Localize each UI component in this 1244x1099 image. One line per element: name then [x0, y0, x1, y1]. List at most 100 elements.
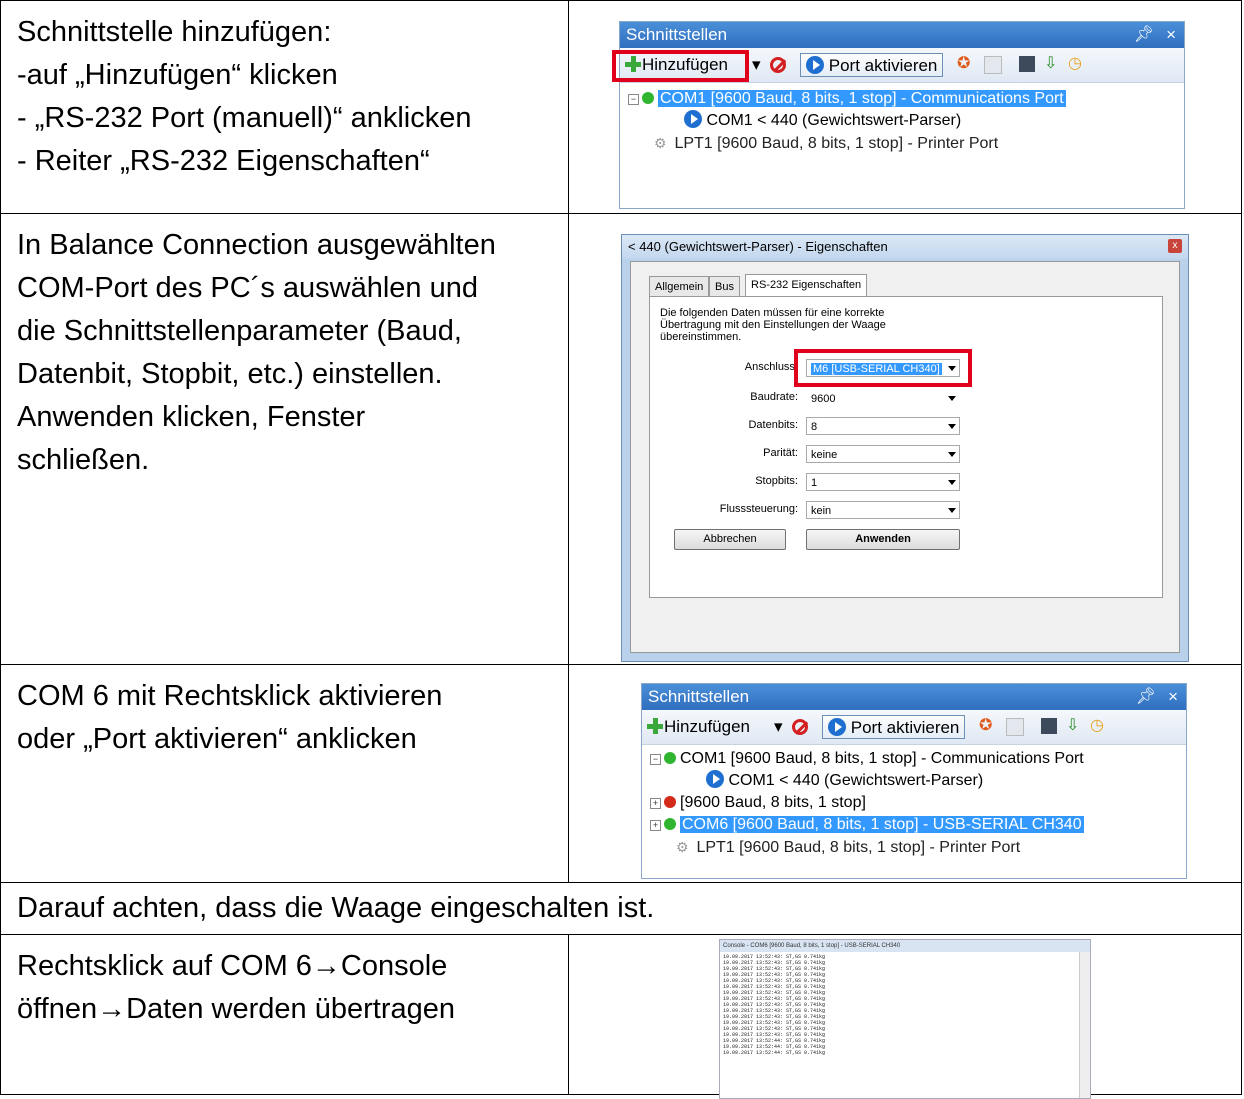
instruction-line: oder „Port aktivieren“ anklicken — [17, 723, 417, 755]
panel-title-bar: Schnittstellen 📌︎ × — [620, 22, 1184, 48]
table-row: Darauf achten, dass die Waage eingeschal… — [0, 883, 1242, 935]
play-icon — [828, 718, 846, 736]
play-icon — [684, 110, 702, 128]
tree-node-label: COM6 [9600 Baud, 8 bits, 1 stop] - USB-S… — [680, 816, 1084, 833]
table-row: Schnittstelle hinzufügen: -auf „Hinzufüg… — [0, 0, 1242, 214]
port-activate-label: Port aktivieren — [850, 718, 960, 737]
tree-node-com1[interactable]: − COM1 [9600 Baud, 8 bits, 1 stop] - Comm… — [650, 748, 1084, 770]
tree-node-lpt1[interactable]: ⚙ LPT1 [9600 Baud, 8 bits, 1 stop] - Pri… — [676, 836, 1020, 859]
clock-icon[interactable]: ◷ — [1068, 53, 1084, 72]
description-text: Die folgenden Daten müssen für eine korr… — [660, 307, 886, 343]
add-dropdown-icon[interactable]: ▾ — [774, 715, 783, 739]
tree-node-label: COM1 [9600 Baud, 8 bits, 1 stop] - Commu… — [680, 750, 1084, 767]
screenshot-cell: Schnittstellen 📌︎ × Hinzufügen ▾ Port ak… — [569, 665, 1241, 882]
close-icon[interactable]: × — [1166, 22, 1176, 48]
console-line: 19.09.2017 13:52:44: ST,GS 0.741kg — [723, 1050, 826, 1056]
tree-node-label: COM1 [9600 Baud, 8 bits, 1 stop] - Commu… — [658, 90, 1066, 107]
flowcontrol-value: kein — [811, 505, 832, 517]
parity-select[interactable]: keine — [806, 445, 960, 463]
tree-node-com6[interactable]: + COM6 [9600 Baud, 8 bits, 1 stop] - USB-… — [650, 814, 1084, 836]
apply-button[interactable]: Anwenden — [806, 529, 960, 550]
port-activate-button[interactable]: Port aktivieren — [822, 715, 966, 739]
table-row: COM 6 mit Rechtsklick aktivieren oder „P… — [0, 665, 1242, 883]
stop-icon[interactable] — [792, 718, 808, 742]
console-scrollbar[interactable] — [1079, 952, 1090, 1098]
databits-select[interactable]: 8 — [806, 417, 960, 435]
lifebuoy-icon[interactable]: ✪ — [979, 715, 995, 734]
databits-label: Datenbits: — [748, 419, 798, 431]
instruction-line: - Reiter „RS-232 Eigenschaften“ — [17, 145, 430, 177]
tab-allgemein[interactable]: Allgemein — [649, 276, 710, 298]
tree-node-label: COM1 < 440 (Gewichtswert-Parser) — [728, 772, 984, 789]
network-icon[interactable]: ⇩ — [1044, 53, 1060, 72]
baudrate-select[interactable]: 9600 — [806, 389, 960, 407]
flowcontrol-label: Flusssteuerung: — [719, 503, 798, 515]
expand-icon[interactable]: + — [650, 820, 661, 831]
baudrate-value: 9600 — [811, 393, 836, 405]
parity-value: keine — [811, 449, 838, 461]
instruction-cell: In Balance Connection ausgewählten COM-P… — [1, 214, 569, 664]
flowcontrol-select[interactable]: kein — [806, 501, 960, 519]
properties-dialog: < 440 (Gewichtswert-Parser) - Eigenschaf… — [621, 234, 1189, 662]
expand-icon[interactable]: + — [650, 798, 661, 809]
instruction-line: -auf „Hinzufügen“ klicken — [17, 59, 338, 91]
instruction-line: Datenbit, Stopbit, etc.) einstellen. — [17, 358, 443, 390]
instruction-line: Rechtsklick auf COM 6→Console — [17, 950, 448, 982]
note-line: Darauf achten, dass die Waage eingeschal… — [17, 892, 655, 924]
tree-node-label: [9600 Baud, 8 bits, 1 stop] — [680, 794, 866, 811]
play-icon — [706, 770, 724, 788]
add-button[interactable]: Hinzufügen — [646, 715, 750, 739]
document-icon[interactable] — [1006, 718, 1024, 736]
table-row: In Balance Connection ausgewählten COM-P… — [0, 214, 1242, 665]
status-green-icon — [642, 92, 654, 104]
dialog-body: Allgemein Bus RS-232 Eigenschaften Die f… — [630, 261, 1180, 653]
databits-value: 8 — [811, 421, 818, 433]
port-activate-button[interactable]: Port aktivieren — [800, 53, 944, 77]
panel-title-bar: Schnittstellen 📌︎ × — [642, 684, 1186, 710]
gear-icon: ⚙ — [676, 839, 689, 855]
tree-node-unnamed[interactable]: + [9600 Baud, 8 bits, 1 stop] — [650, 792, 866, 814]
cancel-button[interactable]: Abbrechen — [674, 529, 786, 550]
monitor-icon[interactable] — [1019, 56, 1035, 72]
panel-title: Schnittstellen — [626, 25, 728, 44]
tree-node-lpt1[interactable]: ⚙ LPT1 [9600 Baud, 8 bits, 1 stop] - Pri… — [654, 132, 998, 155]
description-line: übereinstimmen. — [660, 331, 742, 343]
tree-node-parser[interactable]: COM1 < 440 (Gewichtswert-Parser) — [684, 110, 961, 132]
stop-icon[interactable] — [770, 56, 786, 80]
instruction-cell: COM 6 mit Rechtsklick aktivieren oder „P… — [1, 665, 569, 882]
instruction-line: schließen. — [17, 444, 150, 476]
tree-node-parser[interactable]: COM1 < 440 (Gewichtswert-Parser) — [706, 770, 983, 792]
panel-title: Schnittstellen — [648, 687, 750, 706]
tree-node-com1[interactable]: − COM1 [9600 Baud, 8 bits, 1 stop] - Comm… — [628, 88, 1066, 110]
collapse-icon[interactable]: − — [650, 754, 661, 765]
rs232-tab-page: Die folgenden Daten müssen für eine korr… — [649, 296, 1163, 598]
pin-icon[interactable]: 📌︎ — [1134, 22, 1154, 48]
collapse-icon[interactable]: − — [628, 94, 639, 105]
instruction-line: COM-Port des PC´s auswählen und — [17, 272, 478, 304]
instruction-line: öffnen→Daten werden übertragen — [17, 993, 455, 1025]
close-icon[interactable]: x — [1168, 239, 1182, 253]
interfaces-panel: Schnittstellen 📌︎ × Hinzufügen ▾ Port ak… — [612, 21, 1185, 209]
tab-rs232[interactable]: RS-232 Eigenschaften — [745, 274, 868, 298]
document-icon[interactable] — [984, 56, 1002, 74]
table-row: Rechtsklick auf COM 6→Console öffnen→Dat… — [0, 935, 1242, 1099]
monitor-icon[interactable] — [1041, 718, 1057, 734]
port-activate-label: Port aktivieren — [828, 56, 938, 75]
note-cell: Darauf achten, dass die Waage eingeschal… — [1, 883, 1241, 934]
pin-icon[interactable]: 📌︎ — [1136, 684, 1156, 710]
highlight-box — [612, 50, 749, 82]
instruction-table: Schnittstelle hinzufügen: -auf „Hinzufüg… — [0, 0, 1244, 1099]
console-title: Console - COM6 [9600 Baud, 8 bits, 1 sto… — [720, 940, 1090, 952]
stopbits-select[interactable]: 1 — [806, 473, 960, 491]
close-icon[interactable]: × — [1168, 684, 1178, 710]
screenshot-cell: < 440 (Gewichtswert-Parser) - Eigenschaf… — [569, 214, 1241, 664]
lifebuoy-icon[interactable]: ✪ — [957, 53, 973, 72]
network-icon[interactable]: ⇩ — [1066, 715, 1082, 734]
add-dropdown-icon[interactable]: ▾ — [752, 53, 761, 77]
instruction-cell: Schnittstelle hinzufügen: -auf „Hinzufüg… — [1, 1, 569, 213]
clock-icon[interactable]: ◷ — [1090, 715, 1106, 734]
tab-bus[interactable]: Bus — [709, 276, 740, 298]
tree-node-label: COM1 < 440 (Gewichtswert-Parser) — [706, 112, 962, 129]
instruction-line: Anwenden klicken, Fenster — [17, 401, 366, 433]
status-green-icon — [664, 752, 676, 764]
